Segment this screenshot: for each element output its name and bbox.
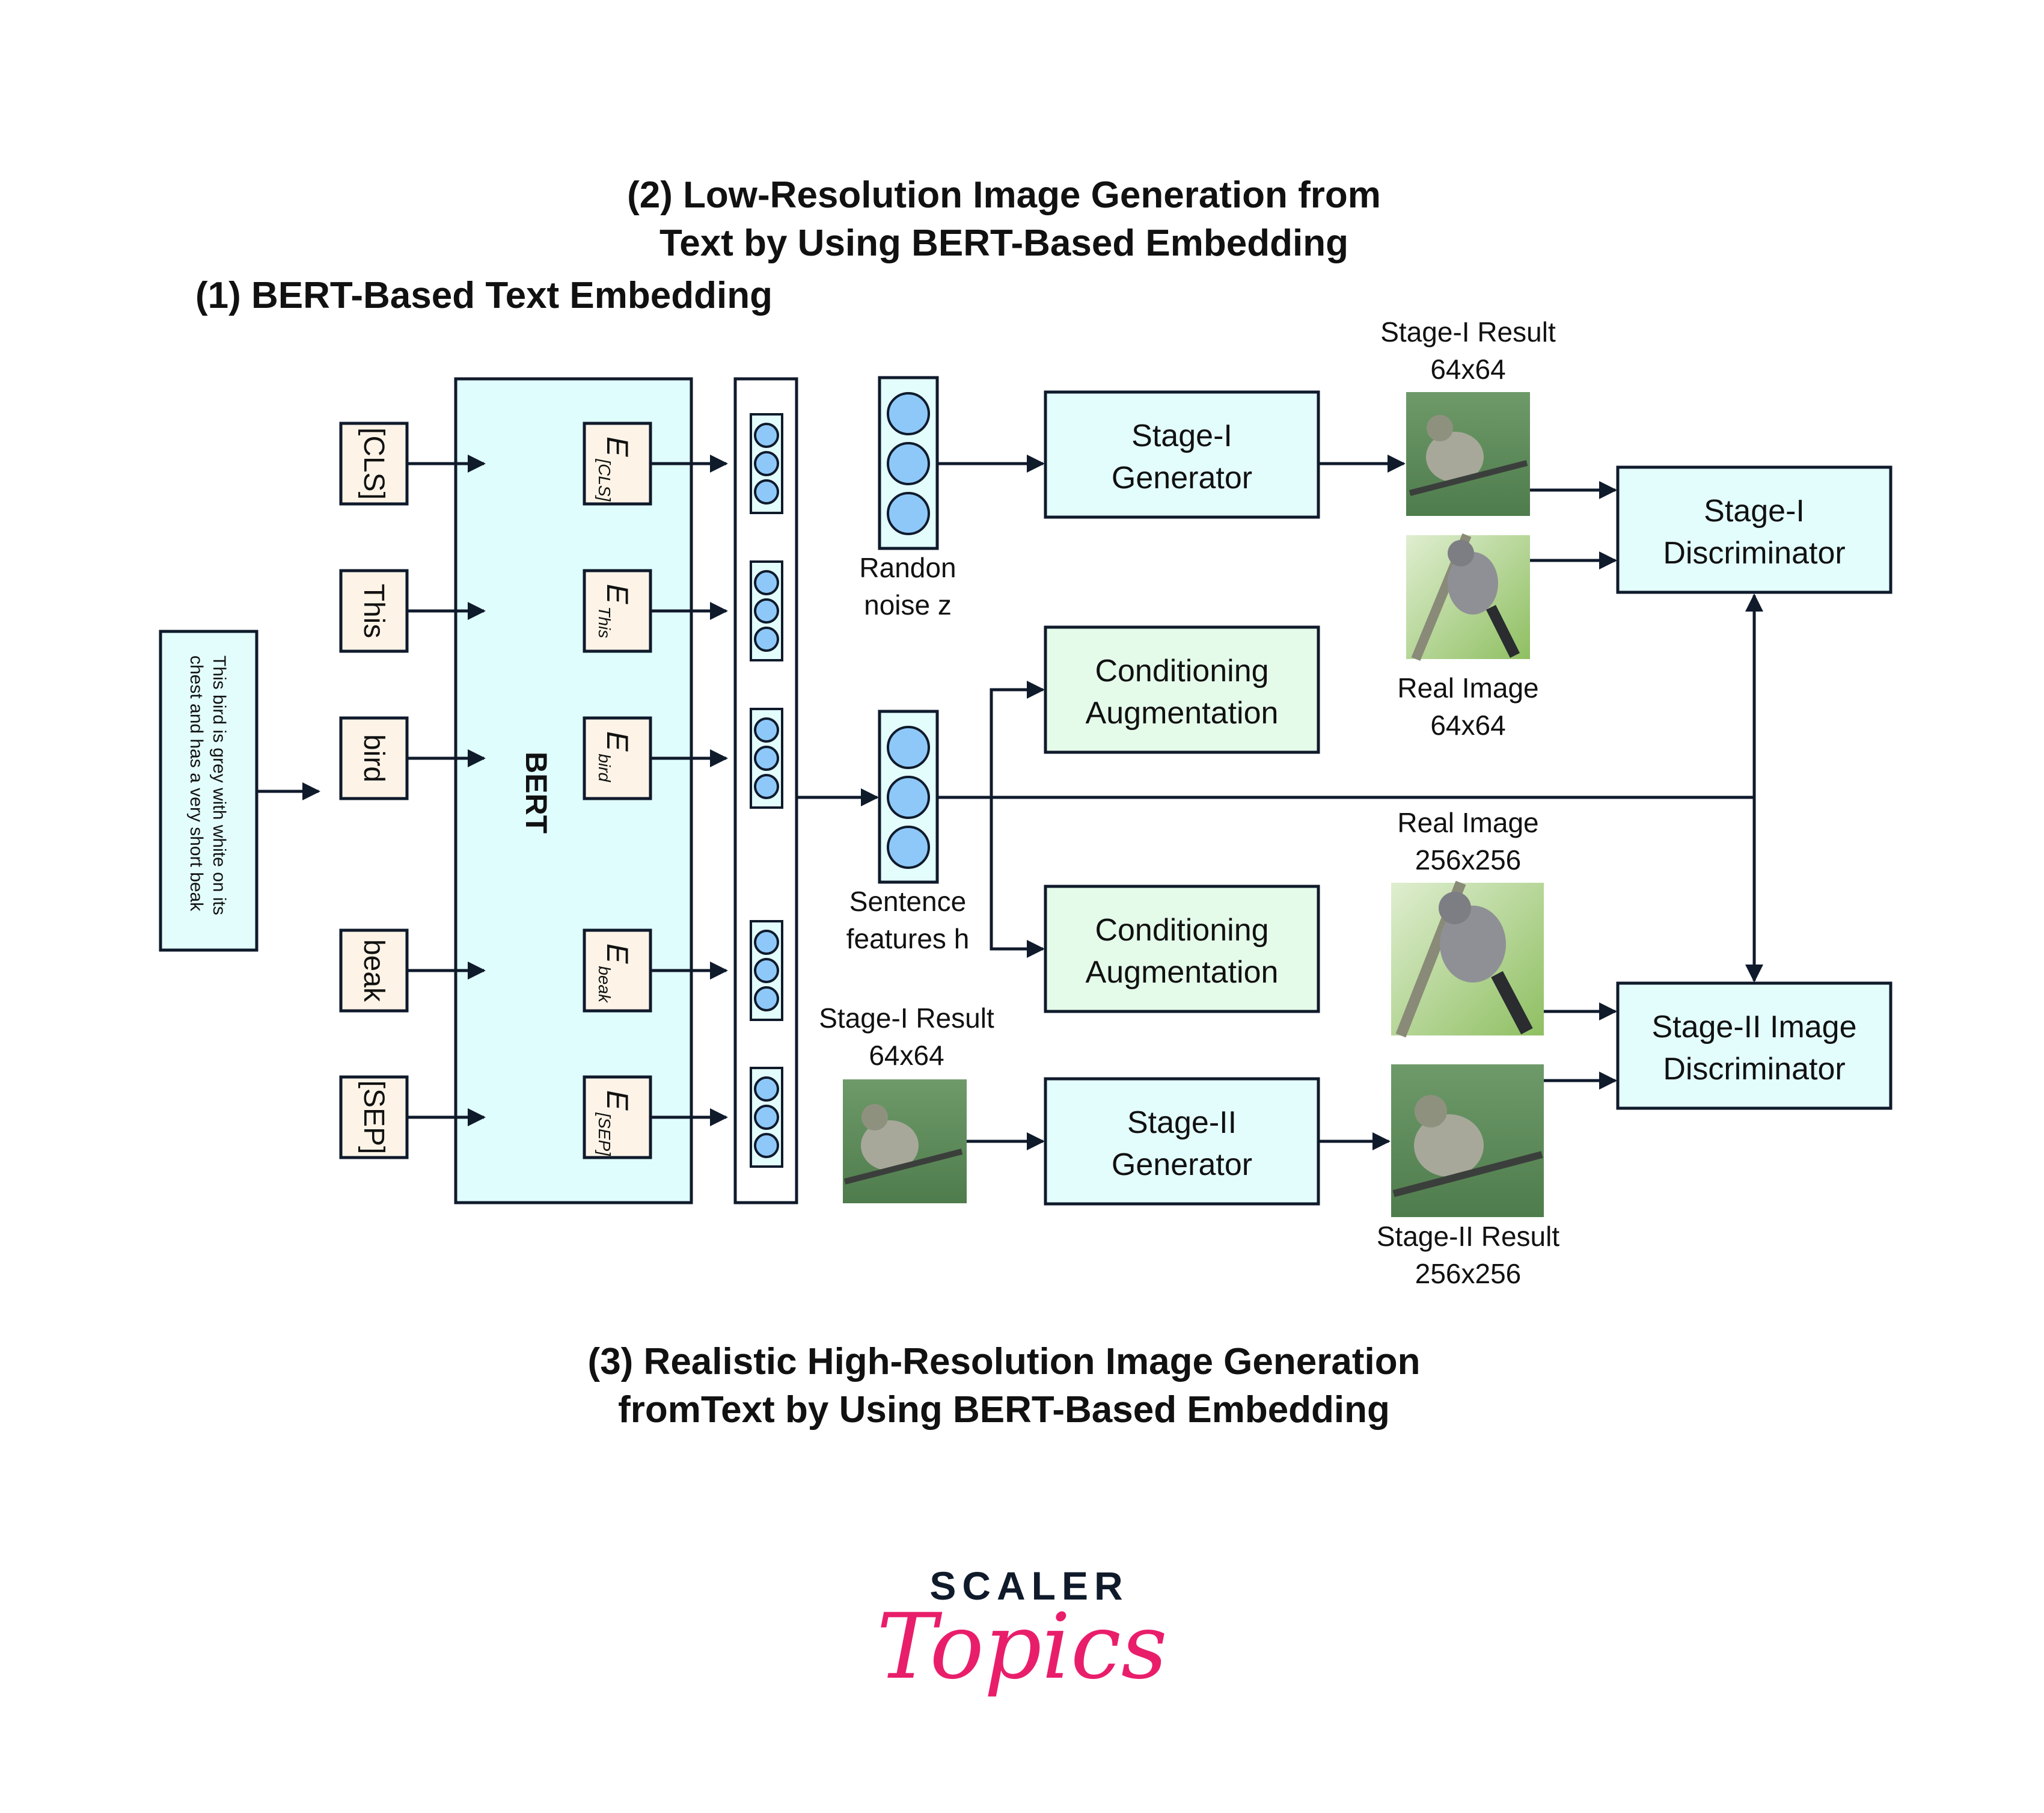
- vector-node: [754, 717, 779, 743]
- vector-node: [754, 746, 779, 771]
- bert-label: BERT: [519, 752, 553, 833]
- embedding-vector: [750, 708, 783, 809]
- real-image-64-caption-line2: 64x64: [1430, 710, 1505, 741]
- embedding-vector: [750, 1067, 783, 1168]
- real-image-256-caption-line1: Real Image: [1397, 807, 1538, 838]
- input-sentence-line1: This bird is grey with white on its: [209, 655, 229, 915]
- vector-node: [754, 570, 779, 595]
- token-label: [CLS]: [358, 428, 390, 500]
- stage1-result-bottom-caption-line1: Stage-I Result: [819, 1002, 994, 1034]
- stage1-result-top-caption-line2: 64x64: [1430, 354, 1505, 385]
- embedding-box: [583, 1075, 652, 1159]
- embedding-main: E: [601, 731, 634, 752]
- vector-node: [754, 774, 779, 799]
- section3-title-line1: (3) Realistic High-Resolution Image Gene…: [588, 1341, 1421, 1382]
- stage2-discriminator-block: Stage-II Image Discriminator: [1616, 981, 1893, 1110]
- vector-node: [754, 930, 779, 955]
- stage1-discriminator-line1: Stage-I: [1704, 494, 1805, 529]
- logo-topics-text: Topics: [877, 1595, 1167, 1699]
- embedding-box: [583, 422, 652, 506]
- cond-aug-bottom-line2: Augmentation: [1086, 955, 1279, 990]
- embedding-sub: [SEP]: [595, 1112, 614, 1156]
- real-image-64: [1406, 533, 1530, 661]
- embedding-sub: beak: [595, 966, 614, 1004]
- stage1-discriminator-block: Stage-I Discriminator: [1616, 465, 1893, 594]
- stage1-result-image-bottom: [843, 1079, 967, 1203]
- section1-title: (1) BERT-Based Text Embedding: [195, 275, 773, 316]
- stage2-result-caption-line2: 256x256: [1415, 1258, 1522, 1289]
- stage1-result-bottom-caption-line2: 64x64: [869, 1040, 944, 1071]
- embedding-main: E: [601, 437, 634, 457]
- token-label: beak: [358, 939, 390, 1002]
- real-image-256-caption-line2: 256x256: [1415, 844, 1522, 876]
- cond-aug-bottom-block: Conditioning Augmentation: [1044, 885, 1320, 1013]
- real-image-256: [1391, 880, 1544, 1038]
- embedding-box: [583, 928, 652, 1013]
- cond-aug-top-line2: Augmentation: [1086, 696, 1279, 731]
- vector-node: [754, 627, 779, 652]
- stage1-generator-block: Stage-I Generator: [1044, 390, 1320, 519]
- token-label: bird: [358, 734, 390, 782]
- arrow-to-cond-aug-bottom: [990, 797, 1045, 958]
- stage1-generator-line1: Stage-I: [1131, 419, 1232, 453]
- embedding-main: E: [601, 584, 634, 604]
- stage2-result-image: [1391, 1064, 1544, 1217]
- stage2-result-caption-line1: Stage-II Result: [1377, 1221, 1559, 1252]
- embedding-main: E: [601, 943, 634, 964]
- vector-node: [754, 423, 779, 448]
- embedding-box: [583, 569, 652, 653]
- embedding-main: E: [601, 1090, 634, 1111]
- vector-node: [754, 958, 779, 983]
- stage1-result-top-caption-line1: Stage-I Result: [1380, 316, 1556, 348]
- vector-node: [754, 598, 779, 624]
- stage2-generator-block: Stage-II Generator: [1044, 1077, 1320, 1206]
- sentence-features-vector: [878, 710, 939, 884]
- embedding-box: [583, 716, 652, 800]
- vector-node: [754, 986, 779, 1011]
- bert-block: [454, 377, 693, 1204]
- embedding-sub: This: [595, 606, 614, 638]
- section3-title-line2: fromText by Using BERT-Based Embedding: [618, 1389, 1390, 1431]
- section2-title-line1: (2) Low-Resolution Image Generation from: [627, 174, 1381, 216]
- embedding-sub: bird: [595, 753, 614, 782]
- stage1-result-image-top: [1406, 392, 1530, 516]
- noise-label-line1: Randon: [859, 552, 956, 583]
- stage2-generator-line2: Generator: [1112, 1147, 1252, 1182]
- stage2-discriminator-line1: Stage-II Image: [1651, 1010, 1856, 1045]
- embedding-vector: [750, 920, 783, 1021]
- vector-node: [754, 479, 779, 505]
- stage1-generator-line2: Generator: [1112, 461, 1252, 495]
- token-label: [SEP]: [358, 1081, 390, 1155]
- vector-node: [754, 1105, 779, 1130]
- scaler-topics-logo: SCALER Topics: [877, 1563, 1167, 1699]
- sentence-features-label-line1: Sentence: [849, 886, 966, 917]
- input-sentence-line2: chest and has a very short beak: [186, 655, 206, 912]
- noise-label-line2: noise z: [864, 589, 952, 621]
- vector-node: [754, 1076, 779, 1102]
- embedding-vector: [750, 413, 783, 514]
- section2-title-line2: Text by Using BERT-Based Embedding: [659, 222, 1348, 264]
- cond-aug-bottom-line1: Conditioning: [1095, 913, 1268, 948]
- sentence-features-label-line2: features h: [846, 923, 970, 954]
- cond-aug-top-block: Conditioning Augmentation: [1044, 625, 1320, 754]
- stage2-generator-line1: Stage-II: [1127, 1105, 1237, 1140]
- noise-vector: [878, 376, 939, 550]
- embedding-vector: [750, 560, 783, 661]
- stage2-discriminator-line2: Discriminator: [1663, 1052, 1845, 1087]
- real-image-64-caption-line1: Real Image: [1397, 672, 1538, 704]
- stage1-discriminator-line2: Discriminator: [1663, 536, 1845, 571]
- vector-node: [754, 1133, 779, 1158]
- cond-aug-top-line1: Conditioning: [1095, 654, 1268, 689]
- vector-node: [754, 451, 779, 476]
- stackgan-bert-diagram: (2) Low-Resolution Image Generation from…: [159, 174, 1893, 1699]
- arrow-to-cond-aug-top: [990, 681, 1045, 797]
- token-label: This: [358, 584, 390, 639]
- input-sentence-box: This bird is grey with white on its ches…: [159, 630, 259, 952]
- embedding-sub: [CLS]: [595, 458, 614, 502]
